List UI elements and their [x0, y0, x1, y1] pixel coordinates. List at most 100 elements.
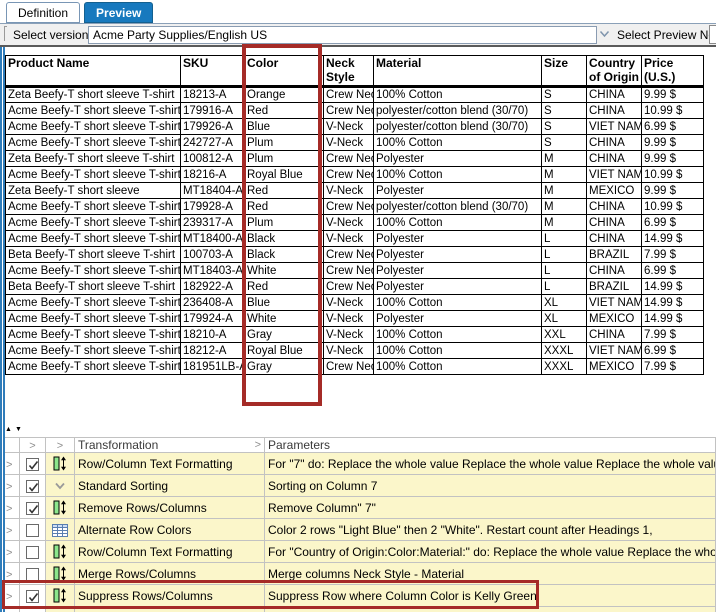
transformation-row[interactable]: >Remove Rows/ColumnsRemove Column" 7" — [4, 497, 716, 519]
table-cell: 179926-A — [181, 119, 245, 135]
table-cell: Gray — [245, 327, 324, 343]
row-expander[interactable]: > — [4, 585, 20, 607]
table-row[interactable]: Beta Beefy-T short sleeve T-shirt100703-… — [6, 247, 704, 263]
table-row[interactable]: Acme Beefy-T short sleeve T-shirt242727-… — [6, 135, 704, 151]
toolbar-grip[interactable] — [4, 26, 7, 41]
table-row[interactable]: Acme Beefy-T short sleeve T-shirt239317-… — [6, 215, 704, 231]
table-cell: Red — [245, 103, 324, 119]
table-row[interactable]: Acme Beefy-T short sleeve T-shirt179916-… — [6, 103, 704, 119]
app-window: Definition Preview Select version Acme P… — [0, 0, 716, 612]
table-row[interactable]: Acme Beefy-T short sleeve T-shirt236408-… — [6, 295, 704, 311]
sort-arrows[interactable]: ▲▼ — [5, 426, 25, 433]
preview-node-input[interactable] — [709, 25, 716, 44]
checkbox-cell — [20, 541, 46, 563]
row-expander[interactable]: > — [4, 475, 20, 497]
table-cell: 7.99 $ — [642, 247, 704, 263]
row-expander[interactable]: > — [4, 563, 20, 585]
transformation-column-header[interactable]: Transformation > — [75, 438, 265, 453]
transformation-name[interactable] — [75, 607, 265, 612]
table-cell: Acme Beefy-T short sleeve T-shirt — [6, 135, 181, 151]
table-cell: 179928-A — [181, 199, 245, 215]
table-cell: 242727-A — [181, 135, 245, 151]
table-row[interactable]: Acme Beefy-T short sleeve T-shirt18212-A… — [6, 343, 704, 359]
table-cell: Blue — [245, 119, 324, 135]
table-row[interactable]: Acme Beefy-T short sleeve T-shirtMT18400… — [6, 231, 704, 247]
transformation-name[interactable]: Row/Column Text Formatting — [75, 541, 265, 563]
column-header[interactable]: Country of Origin — [587, 56, 642, 87]
transformation-body: >Row/Column Text FormattingFor "7" do: R… — [4, 453, 716, 612]
row-expander[interactable]: > — [4, 497, 20, 519]
column-header[interactable]: Material — [374, 56, 542, 87]
parameters-column-header[interactable]: Parameters — [265, 438, 716, 453]
table-cell: Crew Neck — [324, 279, 374, 295]
icon-cell — [46, 585, 75, 607]
checkbox-cell — [20, 519, 46, 541]
transformation-name[interactable]: Suppress Rows/Columns — [75, 585, 265, 607]
table-row[interactable]: Acme Beefy-T short sleeve T-shirt179924-… — [6, 311, 704, 327]
icon-cell — [46, 563, 75, 585]
tab-definition[interactable]: Definition — [6, 2, 80, 23]
table-row[interactable]: Acme Beefy-T short sleeve T-shirtMT18403… — [6, 263, 704, 279]
enabled-checkbox[interactable] — [26, 590, 39, 603]
transformation-name[interactable]: Merge Rows/Columns — [75, 563, 265, 585]
table-row[interactable]: Acme Beefy-T short sleeve T-shirt179928-… — [6, 199, 704, 215]
column-header[interactable]: Price (U.S.) — [642, 56, 704, 87]
version-combobox[interactable]: Acme Party Supplies/English US — [88, 26, 597, 44]
panel-left-border-inner — [3, 47, 5, 612]
table-cell: CHINA — [587, 151, 642, 167]
column-header[interactable]: Neck Style — [324, 56, 374, 87]
sort-down-icon[interactable]: ▼ — [15, 426, 25, 433]
column-header[interactable]: Color — [245, 56, 324, 87]
table-row[interactable]: Acme Beefy-T short sleeve T-shirt18210-A… — [6, 327, 704, 343]
row-expander[interactable]: > — [4, 453, 20, 475]
transformation-grid: > > Transformation > Parameters >Row/Col… — [3, 437, 716, 612]
icon-column-header[interactable]: > — [46, 438, 75, 453]
table-cell: Acme Beefy-T short sleeve T-shirt — [6, 199, 181, 215]
transformation-row[interactable]: >Standard SortingSorting on Column 7 — [4, 475, 716, 497]
table-row[interactable]: Zeta Beefy-T short sleeve T-shirt18213-A… — [6, 87, 704, 103]
sort-up-icon[interactable]: ▲ — [5, 426, 15, 433]
table-cell: M — [542, 215, 587, 231]
transformation-row[interactable]: >Row/Column Text FormattingFor "Country … — [4, 541, 716, 563]
transformation-row[interactable]: >Alternate Row ColorsColor 2 rows "Light… — [4, 519, 716, 541]
table-cell: BRAZIL — [587, 279, 642, 295]
table-cell: 6.99 $ — [642, 343, 704, 359]
table-row[interactable]: Beta Beefy-T short sleeve T-shirt182922-… — [6, 279, 704, 295]
table-row[interactable]: Acme Beefy-T short sleeve T-shirt179926-… — [6, 119, 704, 135]
table-row[interactable]: Acme Beefy-T short sleeve T-shirt18216-A… — [6, 167, 704, 183]
chevron-down-icon[interactable] — [599, 30, 610, 38]
table-cell: MEXICO — [587, 359, 642, 375]
enabled-checkbox[interactable] — [26, 568, 39, 581]
checkbox-column-header[interactable]: > — [20, 438, 46, 453]
table-cell: Plum — [245, 135, 324, 151]
column-header[interactable]: Size — [542, 56, 587, 87]
table-row[interactable]: Acme Beefy-T short sleeve T-shirt181951L… — [6, 359, 704, 375]
transformation-name[interactable]: Remove Rows/Columns — [75, 497, 265, 519]
transformation-parameters — [265, 607, 716, 612]
enabled-checkbox[interactable] — [26, 458, 39, 471]
table-cell: 100% Cotton — [374, 359, 542, 375]
transformation-row[interactable]: >Merge Rows/ColumnsMerge columns Neck St… — [4, 563, 716, 585]
transformation-name[interactable]: Standard Sorting — [75, 475, 265, 497]
enabled-checkbox[interactable] — [26, 546, 39, 559]
row-expander[interactable] — [4, 607, 20, 612]
tab-preview[interactable]: Preview — [84, 2, 153, 23]
enabled-checkbox[interactable] — [26, 480, 39, 493]
transformation-name[interactable]: Row/Column Text Formatting — [75, 453, 265, 475]
row-expander[interactable]: > — [4, 541, 20, 563]
enabled-checkbox[interactable] — [26, 502, 39, 515]
table-cell: MEXICO — [587, 311, 642, 327]
transformation-row[interactable]: > Suppress Rows/ColumnsSuppress Row where… — [4, 585, 716, 607]
table-row[interactable]: Zeta Beefy-T short sleeveMT18404-ARedV-N… — [6, 183, 704, 199]
checkbox-cell — [20, 475, 46, 497]
transformation-parameters: Suppress Row where Column Color is Kelly… — [265, 585, 716, 607]
column-header[interactable]: Product Name — [6, 56, 181, 87]
table-cell: V-Neck — [324, 343, 374, 359]
transformation-name[interactable]: Alternate Row Colors — [75, 519, 265, 541]
row-expander[interactable]: > — [4, 519, 20, 541]
column-header[interactable]: SKU — [181, 56, 245, 87]
table-row[interactable]: Zeta Beefy-T short sleeve T-shirt100812-… — [6, 151, 704, 167]
enabled-checkbox[interactable] — [26, 524, 39, 537]
transformation-row[interactable]: >Row/Column Text FormattingFor "7" do: R… — [4, 453, 716, 475]
select-version-label: Select version — [13, 28, 88, 42]
